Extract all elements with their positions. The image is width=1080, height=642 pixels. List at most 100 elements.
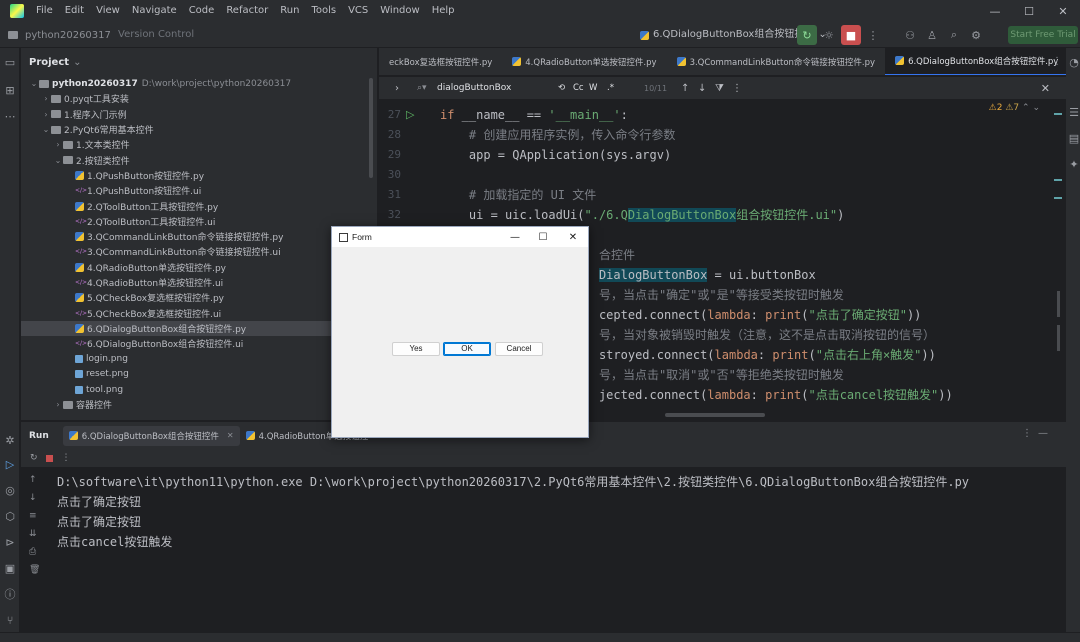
- rerun-icon[interactable]: ↻: [30, 453, 38, 463]
- find-input[interactable]: dialogButtonBox: [413, 80, 511, 97]
- tree-item[interactable]: </> 5.QCheckBox复选框按钮控件.ui: [21, 305, 377, 320]
- code-line[interactable]: 32 ui = uic.loadUi("./6.QDialogButtonBox…: [379, 205, 1066, 225]
- tree-item[interactable]: 6.QDialogButtonBox组合按钮控件.py: [21, 320, 377, 337]
- project-tool-icon[interactable]: ▭: [3, 56, 17, 70]
- database-icon[interactable]: ☰: [1067, 106, 1080, 120]
- sciview-icon[interactable]: ▤: [1067, 132, 1080, 146]
- structure-tool-icon[interactable]: ⊞: [3, 84, 17, 98]
- notifications-icon[interactable]: ◔: [1067, 56, 1080, 70]
- user-icon[interactable]: ♙: [922, 25, 942, 45]
- code-line[interactable]: 29 app = QApplication(sys.argv): [379, 145, 1066, 165]
- previous-match-icon[interactable]: ↑: [681, 80, 689, 97]
- yes-button[interactable]: Yes: [392, 342, 440, 356]
- dialog-maximize-button[interactable]: ☐: [532, 229, 554, 245]
- terminal-icon[interactable]: ▣: [3, 562, 17, 576]
- editor-tab[interactable]: 4.QRadioButton单选按钮控件.py: [502, 48, 666, 75]
- dialog-minimize-button[interactable]: —: [504, 229, 526, 245]
- tree-item[interactable]: ⌄ 2.按钮类控件: [21, 152, 377, 167]
- tree-item[interactable]: › 容器控件: [21, 397, 377, 412]
- run-tool-icon[interactable]: ▷: [3, 458, 17, 472]
- tree-item[interactable]: </> 2.QToolButton工具按钮控件.ui: [21, 214, 377, 229]
- regex-toggle[interactable]: .*: [607, 80, 614, 97]
- history-icon[interactable]: ⟲: [558, 80, 565, 97]
- more-actions-icon[interactable]: ⋮: [62, 453, 71, 463]
- python-console-icon[interactable]: ⬡: [3, 510, 17, 524]
- vcs-widget[interactable]: Version Control: [118, 26, 194, 44]
- chevron-right-icon[interactable]: ›: [53, 400, 63, 409]
- more-tools-icon[interactable]: ⋯: [3, 110, 17, 124]
- tree-item[interactable]: › 1.程序入门示例: [21, 107, 377, 122]
- editor-tab[interactable]: 3.QCommandLinkButton命令链接按钮控件.py: [667, 48, 886, 75]
- menu-run[interactable]: Run: [274, 0, 305, 22]
- run-tab-active[interactable]: 6.QDialogButtonBox组合按钮控件 ✕: [62, 425, 240, 446]
- menu-navigate[interactable]: Navigate: [126, 0, 183, 22]
- version-control-icon[interactable]: ⑂: [3, 614, 17, 628]
- tree-item[interactable]: ⌄ 2.PyQt6常用基本控件: [21, 122, 377, 137]
- expand-replace-icon[interactable]: ›: [395, 80, 399, 97]
- code-line[interactable]: 30: [379, 165, 1066, 185]
- problems-icon[interactable]: ⓘ: [3, 588, 17, 602]
- tree-item[interactable]: reset.png: [21, 367, 377, 382]
- chevron-down-icon[interactable]: ⌄: [53, 156, 63, 165]
- next-match-icon[interactable]: ↓: [698, 80, 706, 97]
- project-switcher[interactable]: python20260317: [8, 26, 111, 44]
- close-button[interactable]: ✕: [1046, 0, 1080, 22]
- tree-item[interactable]: </> 4.QRadioButton单选按钮控件.ui: [21, 275, 377, 290]
- match-case-toggle[interactable]: Cc: [573, 80, 584, 97]
- clear-all-icon[interactable]: 🗑: [29, 565, 40, 575]
- chevron-right-icon[interactable]: ›: [41, 94, 51, 103]
- tree-item[interactable]: tool.png: [21, 382, 377, 397]
- scroll-to-end-icon[interactable]: ⇊: [29, 529, 37, 539]
- close-tab-icon[interactable]: ✕: [227, 431, 234, 440]
- menu-file[interactable]: File: [30, 0, 59, 22]
- menu-help[interactable]: Help: [426, 0, 461, 22]
- chevron-right-icon[interactable]: ›: [41, 110, 51, 119]
- menu-window[interactable]: Window: [374, 0, 425, 22]
- code-with-me-icon[interactable]: ⚇: [900, 25, 920, 45]
- project-panel-header[interactable]: Project ⌄: [21, 48, 377, 76]
- code-line[interactable]: 28 # 创建应用程序实例，传入命令行参数: [379, 125, 1066, 145]
- tree-item[interactable]: 3.QCommandLinkButton命令链接按钮控件.py: [21, 229, 377, 244]
- tree-item[interactable]: </> 3.QCommandLinkButton命令链接按钮控件.ui: [21, 244, 377, 259]
- python-packages-icon[interactable]: ◎: [3, 484, 17, 498]
- dialog-close-button[interactable]: ✕: [562, 229, 584, 245]
- scroll-marker[interactable]: [1054, 113, 1062, 115]
- search-everywhere-icon[interactable]: ⌕: [944, 25, 964, 45]
- menu-tools[interactable]: Tools: [305, 0, 342, 22]
- scroll-marker[interactable]: [1054, 197, 1062, 199]
- tree-root[interactable]: ⌄ python20260317 D:\work\project\python2…: [21, 76, 377, 91]
- scroll-down-icon[interactable]: ↓: [29, 493, 37, 503]
- services-tool-icon[interactable]: ✲: [3, 434, 17, 448]
- editor-tab-active[interactable]: 6.QDialogButtonBox组合按钮控件.py ✕: [885, 48, 1066, 75]
- tree-item[interactable]: 1.QPushButton按钮控件.py: [21, 168, 377, 183]
- code-line[interactable]: 27 if __name__ == '__main__':: [379, 105, 1066, 125]
- filter-icon[interactable]: ⧩: [715, 80, 724, 97]
- tree-item[interactable]: › 1.文本类控件: [21, 137, 377, 152]
- tree-item[interactable]: </> 6.QDialogButtonBox组合按钮控件.ui: [21, 336, 377, 351]
- project-scrollbar[interactable]: [369, 78, 373, 178]
- services-icon[interactable]: ⊳: [3, 536, 17, 550]
- start-free-trial-button[interactable]: Start Free Trial: [1008, 26, 1078, 44]
- menu-refactor[interactable]: Refactor: [220, 0, 274, 22]
- rerun-button[interactable]: ↻: [797, 25, 817, 45]
- scroll-marker[interactable]: [1054, 179, 1062, 181]
- console-output[interactable]: D:\software\it\python11\python.exe D:\wo…: [45, 467, 1066, 632]
- more-actions-icon[interactable]: ⋮: [863, 25, 883, 45]
- tree-item[interactable]: login.png: [21, 351, 377, 366]
- tree-item[interactable]: 2.QToolButton工具按钮控件.py: [21, 198, 377, 213]
- editor-scrollbar[interactable]: [1057, 325, 1060, 351]
- tree-item[interactable]: </> 1.QPushButton按钮控件.ui: [21, 183, 377, 198]
- horizontal-scrollbar[interactable]: [665, 413, 765, 417]
- code-line[interactable]: 31 # 加载指定的 UI 文件: [379, 185, 1066, 205]
- more-tabs-icon[interactable]: ⋮: [1052, 56, 1062, 67]
- stop-icon[interactable]: [45, 454, 53, 462]
- scroll-up-icon[interactable]: ↑: [29, 475, 37, 485]
- ai-assistant-icon[interactable]: ✦: [1067, 158, 1080, 172]
- tree-item[interactable]: 5.QCheckBox复选框按钮控件.py: [21, 290, 377, 305]
- menu-view[interactable]: View: [90, 0, 126, 22]
- tree-item[interactable]: 4.QRadioButton单选按钮控件.py: [21, 260, 377, 275]
- menu-edit[interactable]: Edit: [59, 0, 90, 22]
- ide-logo-icon[interactable]: [10, 4, 24, 18]
- more-options-icon[interactable]: ⋮: [732, 80, 742, 97]
- ok-button[interactable]: OK: [443, 342, 491, 356]
